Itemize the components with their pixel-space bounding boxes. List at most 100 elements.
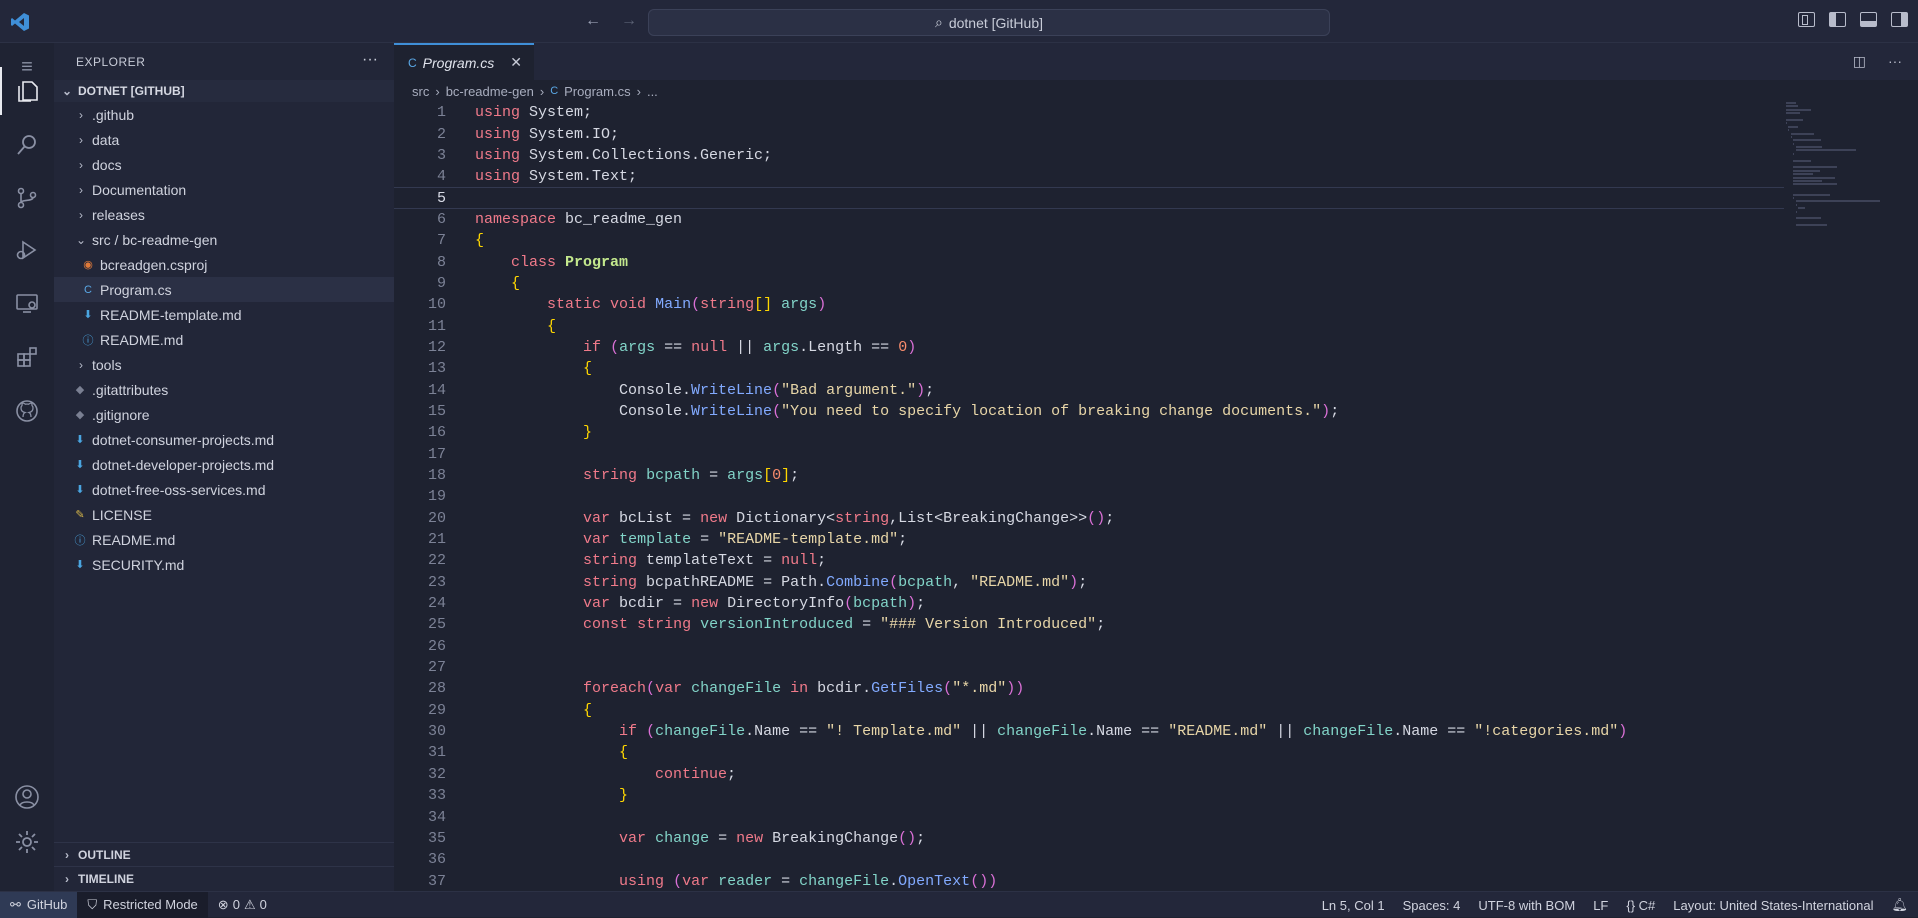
end-of-line[interactable]: LF: [1593, 898, 1608, 913]
tree-item-readme-template[interactable]: ⬇ README-template.md: [54, 302, 394, 327]
line-text: var bcList = new Dictionary<string,List<…: [583, 509, 1115, 527]
toggle-panel-icon[interactable]: [1860, 12, 1877, 27]
restricted-mode-indicator[interactable]: ⛉ Restricted Mode: [77, 891, 208, 918]
code-line[interactable]: 20 var bcList = new Dictionary<string,Li…: [394, 508, 1784, 529]
code-line[interactable]: 18 string bcpath = args[0];: [394, 465, 1784, 486]
code-line[interactable]: 26: [394, 636, 1784, 657]
run-debug-icon[interactable]: [0, 226, 54, 274]
code-line[interactable]: 27: [394, 657, 1784, 678]
code-line[interactable]: 12 if (args == null || args.Length == 0): [394, 337, 1784, 358]
tree-item-documentation[interactable]: › Documentation: [54, 177, 394, 202]
code-line[interactable]: 10 static void Main(string[] args): [394, 294, 1784, 315]
tree-item-developer-projects[interactable]: ⬇ dotnet-developer-projects.md: [54, 452, 394, 477]
split-editor-icon[interactable]: ◫: [1853, 53, 1866, 70]
tree-item-bcreadgen-csproj[interactable]: ◉ bcreadgen.csproj: [54, 252, 394, 277]
code-line[interactable]: 33 }: [394, 785, 1784, 806]
tree-item-src-bc-readme-gen[interactable]: ⌄ src / bc-readme-gen: [54, 227, 394, 252]
tree-item-program-cs[interactable]: C Program.cs: [54, 277, 394, 302]
code-line[interactable]: 16 }: [394, 422, 1784, 443]
arrow-left-icon[interactable]: ←: [585, 12, 601, 30]
minimap[interactable]: [1786, 102, 1896, 402]
code-line[interactable]: 34: [394, 806, 1784, 827]
tree-item-tools[interactable]: › tools: [54, 352, 394, 377]
tree-item-consumer-projects[interactable]: ⬇ dotnet-consumer-projects.md: [54, 427, 394, 452]
close-icon[interactable]: ✕: [510, 54, 522, 71]
code-line[interactable]: 8 class Program: [394, 251, 1784, 272]
minimap-line: [1793, 142, 1794, 145]
code-line[interactable]: 22 string templateText = null;: [394, 550, 1784, 571]
search-icon[interactable]: [0, 121, 54, 169]
code-line[interactable]: 19: [394, 486, 1784, 507]
manage-gear-icon[interactable]: [0, 818, 54, 866]
tree-item-gitignore[interactable]: ◆ .gitignore: [54, 402, 394, 427]
code-line[interactable]: 35 var change = new BreakingChange();: [394, 828, 1784, 849]
breadcrumb-item[interactable]: bc-readme-gen: [446, 84, 534, 99]
tree-item-readme-root[interactable]: ⓘ README.md: [54, 527, 394, 552]
tree-item-docs[interactable]: › docs: [54, 152, 394, 177]
tree-item-security[interactable]: ⬇ SECURITY.md: [54, 552, 394, 577]
encoding[interactable]: UTF-8 with BOM: [1478, 898, 1575, 913]
breadcrumb-item[interactable]: Program.cs: [564, 84, 630, 99]
tree-item-github[interactable]: › .github: [54, 102, 394, 127]
code-line[interactable]: 2 using System.IO;: [394, 123, 1784, 144]
timeline-section-header[interactable]: › TIMELINE: [54, 866, 394, 891]
breadcrumb-item[interactable]: src: [412, 84, 429, 99]
keyboard-layout[interactable]: Layout: United States-International: [1673, 898, 1873, 913]
tree-item-data[interactable]: › data: [54, 127, 394, 152]
code-line[interactable]: 13 {: [394, 358, 1784, 379]
code-line[interactable]: 30 if (changeFile.Name == "! Template.md…: [394, 721, 1784, 742]
tree-item-license[interactable]: ✎ LICENSE: [54, 502, 394, 527]
code-line[interactable]: 5: [394, 187, 1784, 209]
tree-item-gitattributes[interactable]: ◆ .gitattributes: [54, 377, 394, 402]
code-line[interactable]: 23 string bcpathREADME = Path.Combine(bc…: [394, 572, 1784, 593]
language-mode[interactable]: {} C#: [1626, 898, 1655, 913]
remote-explorer-icon[interactable]: [0, 279, 54, 327]
more-actions-icon[interactable]: ···: [1888, 53, 1902, 70]
tree-item-releases[interactable]: › releases: [54, 202, 394, 227]
code-line[interactable]: 3 using System.Collections.Generic;: [394, 145, 1784, 166]
code-line[interactable]: 7{: [394, 230, 1784, 251]
code-line[interactable]: 11 {: [394, 315, 1784, 336]
explorer-icon[interactable]: [0, 67, 54, 115]
code-line[interactable]: 4 using System.Text;: [394, 166, 1784, 187]
code-line[interactable]: 14 Console.WriteLine("Bad argument.");: [394, 379, 1784, 400]
more-actions-icon[interactable]: ···: [362, 51, 378, 69]
tree-item-readme-src[interactable]: ⓘ README.md: [54, 327, 394, 352]
code-editor[interactable]: 1 using System; 2 using System.IO; 3 using Sy…: [394, 102, 1784, 891]
extensions-icon[interactable]: [0, 333, 54, 381]
outline-section-header[interactable]: › OUTLINE: [54, 842, 394, 867]
code-line[interactable]: 9 {: [394, 273, 1784, 294]
code-line[interactable]: 1 using System;: [394, 102, 1784, 123]
github-icon[interactable]: [0, 387, 54, 435]
code-line[interactable]: 36: [394, 849, 1784, 870]
code-line[interactable]: 21 var template = "README-template.md";: [394, 529, 1784, 550]
indentation[interactable]: Spaces: 4: [1403, 898, 1461, 913]
problems-indicator[interactable]: ⊗ 0 ⚠ 0: [208, 897, 277, 913]
line-number: 22: [427, 552, 446, 570]
toggle-secondary-sidebar-icon[interactable]: [1891, 12, 1908, 27]
code-line[interactable]: 25 const string versionIntroduced = "###…: [394, 614, 1784, 635]
accounts-icon[interactable]: [0, 773, 54, 821]
tree-item-free-oss-services[interactable]: ⬇ dotnet-free-oss-services.md: [54, 477, 394, 502]
code-line[interactable]: 6 namespace bc_readme_gen: [394, 209, 1784, 230]
arrow-right-icon[interactable]: →: [621, 12, 637, 30]
cursor-position[interactable]: Ln 5, Col 1: [1322, 898, 1385, 913]
code-line[interactable]: 17: [394, 444, 1784, 465]
workspace-folder-header[interactable]: ⌄ DOTNET [GITHUB]: [54, 80, 394, 102]
code-line[interactable]: 37 using (var reader = changeFile.OpenTe…: [394, 870, 1784, 891]
source-control-icon[interactable]: [0, 174, 54, 222]
command-center[interactable]: ⌕ dotnet [GitHub]: [648, 9, 1330, 36]
code-line[interactable]: 28 foreach(var changeFile in bcdir.GetFi…: [394, 678, 1784, 699]
code-line[interactable]: 15 Console.WriteLine("You need to specif…: [394, 401, 1784, 422]
code-line[interactable]: 31 {: [394, 742, 1784, 763]
code-line[interactable]: 29 {: [394, 700, 1784, 721]
code-line[interactable]: 24 var bcdir = new DirectoryInfo(bcpath)…: [394, 593, 1784, 614]
remote-indicator[interactable]: ⚯ GitHub: [0, 891, 78, 918]
toggle-primary-sidebar-icon[interactable]: [1829, 12, 1846, 27]
tab-program-cs[interactable]: C Program.cs ✕: [394, 43, 534, 80]
customize-layout-icon[interactable]: [1798, 12, 1815, 27]
bell-icon[interactable]: 🔔︎: [1891, 897, 1908, 913]
breadcrumb-item[interactable]: ...: [647, 84, 658, 99]
minimap-line: [1793, 193, 1830, 196]
code-line[interactable]: 32 continue;: [394, 764, 1784, 785]
